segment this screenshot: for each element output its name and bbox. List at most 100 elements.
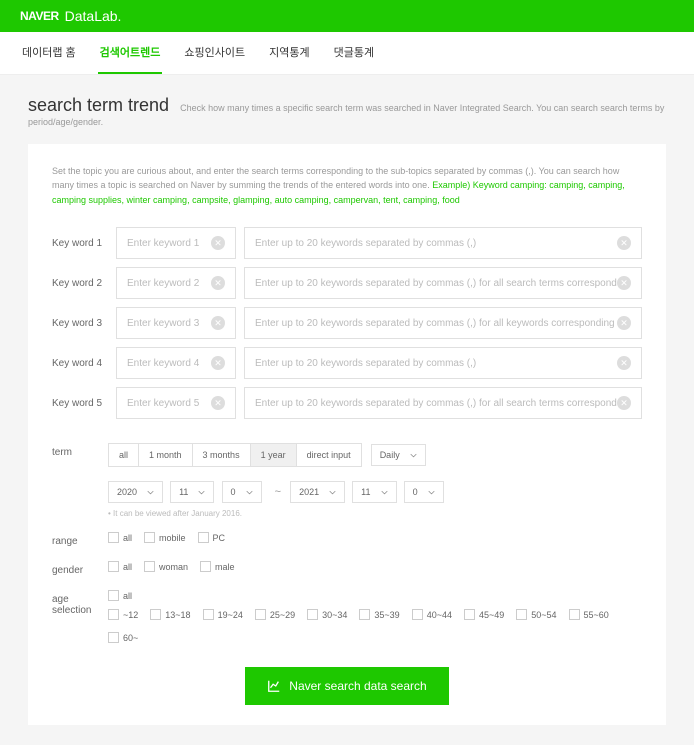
checkbox-icon xyxy=(359,609,370,620)
keyword-row-4: Key word 4✕✕ xyxy=(52,347,642,379)
term-preset-4[interactable]: direct input xyxy=(297,444,361,466)
keyword-terms-input[interactable] xyxy=(255,398,617,409)
age-checkbox-1[interactable]: 13~18 xyxy=(150,609,190,620)
checkbox-icon xyxy=(255,609,266,620)
submit-label: Naver search data search xyxy=(289,679,426,693)
clear-icon[interactable]: ✕ xyxy=(211,316,225,330)
to-day-select[interactable]: 0 xyxy=(404,481,444,503)
search-submit-button[interactable]: Naver search data search xyxy=(245,667,448,705)
keyword-terms-input-wrap: ✕ xyxy=(244,267,642,299)
age-checkbox-6[interactable]: 40~44 xyxy=(412,609,452,620)
checkbox-icon xyxy=(464,609,475,620)
clear-icon[interactable]: ✕ xyxy=(211,236,225,250)
range-checkbox-1[interactable]: mobile xyxy=(144,532,186,543)
age-all-checkbox[interactable]: all xyxy=(108,590,132,601)
checkbox-icon xyxy=(108,561,119,572)
term-preset-3[interactable]: 1 year xyxy=(251,444,297,466)
checkbox-icon xyxy=(108,590,119,601)
checkbox-icon xyxy=(307,609,318,620)
checkbox-icon xyxy=(198,532,209,543)
keyword-row-2: Key word 2 ✕ ✕ xyxy=(52,267,642,299)
clear-icon[interactable]: ✕ xyxy=(617,356,631,370)
clear-icon[interactable]: ✕ xyxy=(211,276,225,290)
clear-icon[interactable]: ✕ xyxy=(211,356,225,370)
term-preset-segment: all1 month3 months1 yeardirect input xyxy=(108,443,362,467)
checkbox-icon xyxy=(412,609,423,620)
gender-label: gender xyxy=(52,561,108,576)
range-checkbox-2[interactable]: PC xyxy=(198,532,226,543)
checkbox-icon xyxy=(516,609,527,620)
checkbox-icon xyxy=(150,609,161,620)
range-label: range xyxy=(52,532,108,547)
keyword-topic-input[interactable] xyxy=(127,238,211,249)
keyword-topic-input-wrap: ✕ xyxy=(116,267,236,299)
term-preset-1[interactable]: 1 month xyxy=(139,444,193,466)
term-preset-2[interactable]: 3 months xyxy=(193,444,251,466)
to-year-select[interactable]: 2021 xyxy=(290,481,345,503)
keyword-topic-input-wrap: ✕ xyxy=(116,347,236,379)
age-checkbox-5[interactable]: 35~39 xyxy=(359,609,399,620)
keyword-row-1: Key word 1 ✕ ✕ xyxy=(52,227,642,259)
nav-item-1[interactable]: 검색어트렌드 xyxy=(98,32,163,74)
clear-icon[interactable]: ✕ xyxy=(617,396,631,410)
page-heading: search term trend Check how many times a… xyxy=(28,95,666,128)
checkbox-icon xyxy=(200,561,211,572)
keyword-terms-input-wrap: ✕ xyxy=(244,307,642,339)
keyword-topic-input-wrap: ✕ xyxy=(116,227,236,259)
chevron-down-icon xyxy=(147,490,154,495)
chevron-down-icon xyxy=(428,490,435,495)
clear-icon[interactable]: ✕ xyxy=(617,316,631,330)
keyword-topic-input[interactable] xyxy=(127,278,211,289)
keyword-topic-input[interactable] xyxy=(127,318,211,329)
keyword-terms-input[interactable] xyxy=(255,238,617,249)
main-panel: Set the topic you are curious about, and… xyxy=(28,144,666,725)
gender-checkbox-2[interactable]: male xyxy=(200,561,235,572)
term-preset-0[interactable]: all xyxy=(109,444,139,466)
age-checkbox-10[interactable]: 60~ xyxy=(108,632,138,643)
keyword-terms-input[interactable] xyxy=(255,318,617,329)
keyword-terms-input[interactable] xyxy=(255,278,617,289)
keyword-label: Key word 1 xyxy=(52,238,108,249)
keyword-topic-input[interactable] xyxy=(127,358,211,369)
from-day-select[interactable]: 0 xyxy=(222,481,262,503)
keyword-label: Key word 2 xyxy=(52,278,108,289)
gender-checkbox-0[interactable]: all xyxy=(108,561,132,572)
checkbox-icon xyxy=(108,609,119,620)
clear-icon[interactable]: ✕ xyxy=(617,276,631,290)
range-checkbox-0[interactable]: all xyxy=(108,532,132,543)
term-unit-select[interactable]: Daily xyxy=(371,444,426,466)
chevron-down-icon xyxy=(410,453,417,458)
keyword-terms-input[interactable] xyxy=(255,358,617,369)
keyword-row-5: Key word 5 ✕ ✕ xyxy=(52,387,642,419)
nav-item-2[interactable]: 쇼핑인사이트 xyxy=(182,32,247,74)
age-checkbox-2[interactable]: 19~24 xyxy=(203,609,243,620)
clear-icon[interactable]: ✕ xyxy=(211,396,225,410)
keyword-label: Key word 5 xyxy=(52,398,108,409)
nav-item-3[interactable]: 지역통계 xyxy=(267,32,311,74)
clear-icon[interactable]: ✕ xyxy=(617,236,631,250)
logo-naver: NAVER xyxy=(20,9,59,23)
age-label: age selection xyxy=(52,590,108,616)
top-header: NAVER DataLab. xyxy=(0,0,694,32)
checkbox-icon xyxy=(108,532,119,543)
term-note: • It can be viewed after January 2016. xyxy=(108,509,642,518)
age-checkbox-4[interactable]: 30~34 xyxy=(307,609,347,620)
gender-checkbox-1[interactable]: woman xyxy=(144,561,188,572)
chart-icon xyxy=(267,679,281,693)
checkbox-icon xyxy=(144,561,155,572)
nav-item-4[interactable]: 댓글통계 xyxy=(332,32,376,74)
age-checkbox-3[interactable]: 25~29 xyxy=(255,609,295,620)
age-checkbox-0[interactable]: ~12 xyxy=(108,609,138,620)
from-year-select[interactable]: 2020 xyxy=(108,481,163,503)
nav-item-0[interactable]: 데이터랩 홈 xyxy=(20,32,78,74)
from-month-select[interactable]: 11 xyxy=(170,481,214,503)
to-month-select[interactable]: 11 xyxy=(352,481,396,503)
age-checkbox-9[interactable]: 55~60 xyxy=(569,609,609,620)
keyword-topic-input[interactable] xyxy=(127,398,211,409)
age-checkbox-8[interactable]: 50~54 xyxy=(516,609,556,620)
keyword-topic-input-wrap: ✕ xyxy=(116,387,236,419)
intro-text: Set the topic you are curious about, and… xyxy=(52,164,642,207)
age-checkbox-7[interactable]: 45~49 xyxy=(464,609,504,620)
checkbox-icon xyxy=(203,609,214,620)
chevron-down-icon xyxy=(329,490,336,495)
